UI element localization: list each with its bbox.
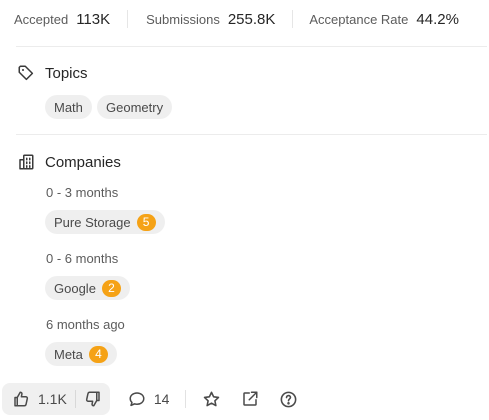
dislike-button[interactable] (76, 383, 110, 415)
divider (292, 10, 294, 28)
company-name: Google (54, 280, 96, 296)
star-icon (202, 390, 221, 409)
stat-value: 113K (76, 10, 111, 28)
stat-accepted: Accepted 113K (14, 11, 110, 28)
company-period: 0 - 6 months (46, 251, 119, 266)
building-icon (16, 152, 36, 172)
company-period: 6 months ago (46, 317, 125, 332)
stat-acceptance-rate: Acceptance Rate 44.2% (309, 11, 459, 28)
help-icon (279, 390, 298, 409)
company-name: Meta (54, 346, 83, 362)
stat-label: Acceptance Rate (309, 11, 409, 27)
tag-icon (16, 63, 36, 83)
stat-label: Submissions (146, 11, 220, 27)
favorite-button[interactable] (192, 383, 231, 415)
topics-title: Topics (45, 64, 88, 82)
divider (127, 10, 129, 28)
section-divider (16, 46, 487, 47)
share-icon (241, 390, 259, 408)
stat-value: 255.8K (227, 10, 276, 28)
company-name: Pure Storage (54, 214, 131, 230)
company-tag[interactable]: Google 2 (45, 276, 130, 300)
help-button[interactable] (269, 383, 308, 415)
stat-submissions: Submissions 255.8K (146, 11, 275, 28)
company-count-badge: 4 (88, 345, 108, 363)
divider (185, 390, 187, 408)
like-count: 1.1K (38, 391, 67, 407)
topic-tag[interactable]: Geometry (97, 95, 173, 119)
stat-label: Accepted (14, 11, 69, 27)
companies-header[interactable]: Companies (16, 152, 121, 172)
stat-value: 44.2% (416, 10, 459, 28)
like-button[interactable]: 1.1K (2, 383, 75, 415)
stats-row: Accepted 113K Submissions 255.8K Accepta… (0, 0, 489, 38)
topic-tag-label: Geometry (106, 99, 164, 115)
vote-group: 1.1K (2, 383, 110, 415)
company-tag[interactable]: Pure Storage 5 (45, 210, 165, 234)
comment-count: 14 (153, 391, 170, 407)
section-divider (16, 134, 487, 135)
comment-icon (128, 390, 146, 408)
company-period: 0 - 3 months (46, 185, 119, 200)
topic-tag[interactable]: Math (45, 95, 92, 119)
company-tag[interactable]: Meta 4 (45, 342, 117, 366)
share-button[interactable] (231, 383, 269, 415)
company-count-badge: 2 (101, 279, 121, 297)
action-bar: 1.1K 14 (0, 380, 489, 418)
companies-title: Companies (45, 153, 121, 171)
comments-button[interactable]: 14 (118, 383, 180, 415)
problem-info-panel: Accepted 113K Submissions 255.8K Accepta… (0, 0, 489, 420)
topic-tag-label: Math (54, 99, 83, 115)
thumbs-down-icon (84, 390, 102, 408)
company-count-badge: 5 (136, 213, 156, 231)
topics-header[interactable]: Topics (16, 63, 88, 83)
thumbs-up-icon (12, 390, 30, 408)
